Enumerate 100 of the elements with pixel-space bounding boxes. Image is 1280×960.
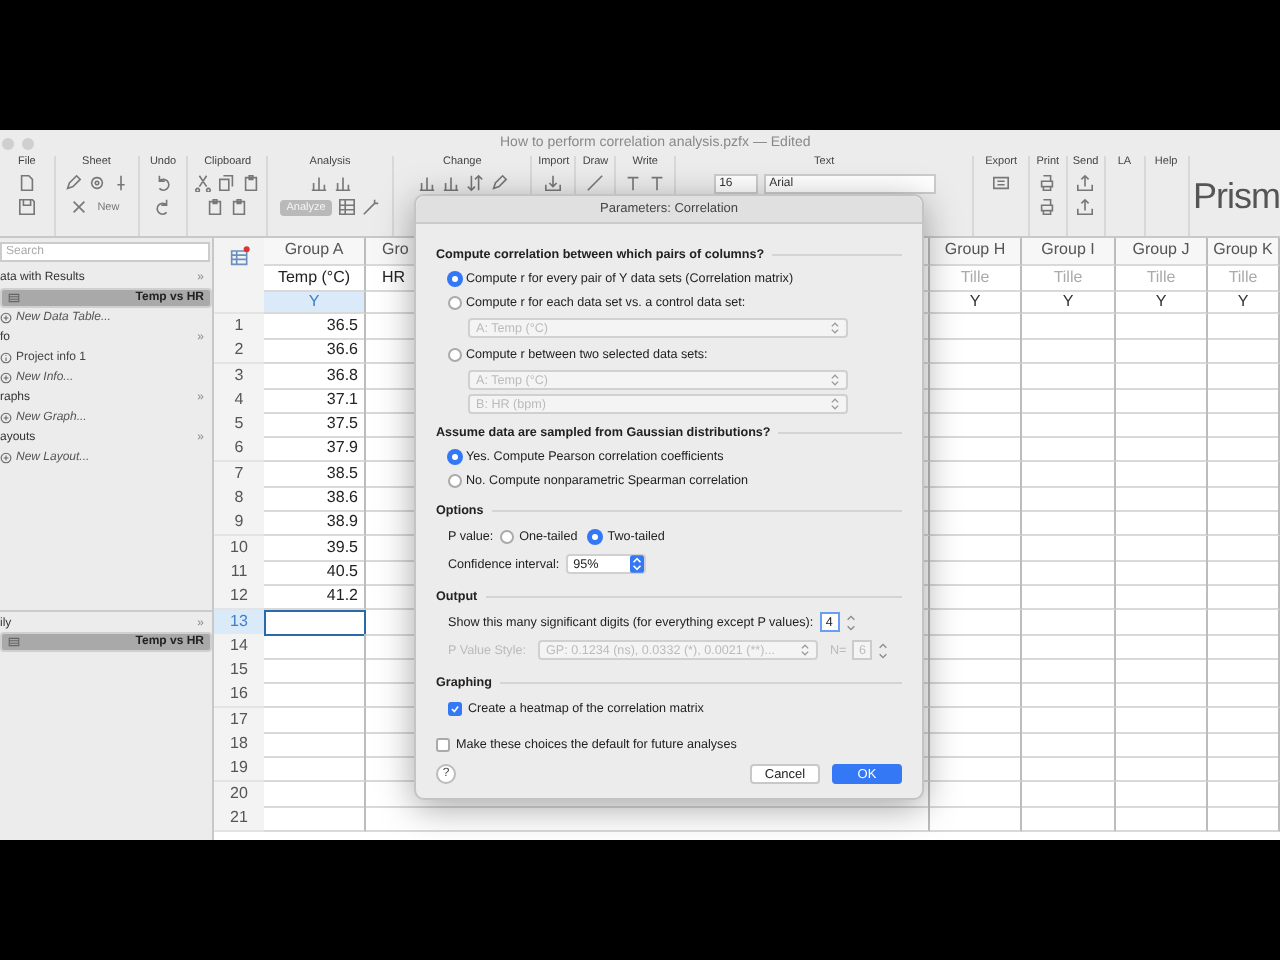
table-cell[interactable] (1116, 658, 1208, 685)
document-icon[interactable] (17, 174, 36, 192)
table-cell[interactable] (930, 436, 1022, 463)
table-cell[interactable] (1208, 707, 1280, 734)
table-cell[interactable] (1022, 412, 1116, 439)
table-cell[interactable] (1208, 756, 1280, 783)
table-cell[interactable] (1116, 363, 1208, 390)
text-icon[interactable] (648, 174, 667, 192)
table-cell[interactable] (1116, 461, 1208, 488)
column-group-header[interactable]: Group I (1022, 238, 1116, 266)
table-cell[interactable] (1208, 584, 1280, 611)
table-cell[interactable] (1022, 559, 1116, 586)
redo-icon[interactable] (154, 198, 173, 216)
table-cell[interactable] (930, 658, 1022, 685)
table-cell[interactable]: 38.6 (264, 486, 366, 513)
table-cell[interactable] (1116, 535, 1208, 562)
bar-chart-icon[interactable] (417, 174, 436, 192)
pencil-icon[interactable] (63, 174, 82, 192)
table-cell[interactable] (1022, 535, 1116, 562)
table-cell[interactable] (1022, 756, 1116, 783)
table-cell[interactable]: 36.6 (264, 338, 366, 365)
table-cell[interactable]: 36.8 (264, 363, 366, 390)
table-cell[interactable] (264, 805, 366, 832)
table-cell[interactable] (930, 609, 1022, 636)
table-cell[interactable] (1116, 559, 1208, 586)
scissors-icon[interactable] (194, 174, 213, 192)
table-cell[interactable] (930, 707, 1022, 734)
text-icon[interactable] (624, 174, 643, 192)
table-cell[interactable] (1022, 461, 1116, 488)
table-cell[interactable] (1116, 805, 1208, 832)
table-cell[interactable] (930, 584, 1022, 611)
table-cell[interactable] (1208, 805, 1280, 832)
subcolumn-cell[interactable]: Y (1116, 292, 1208, 314)
table-cell[interactable] (1208, 461, 1280, 488)
clipboard-icon[interactable] (242, 174, 261, 192)
clipboard-icon[interactable] (230, 198, 249, 216)
table-cell[interactable]: 40.5 (264, 559, 366, 586)
checkbox[interactable] (448, 701, 462, 715)
subcolumn-cell[interactable]: Y (264, 292, 366, 314)
table-cell[interactable] (1208, 387, 1280, 414)
table-cell[interactable] (930, 510, 1022, 537)
table-cell[interactable] (1022, 732, 1116, 759)
table-cell[interactable] (1022, 363, 1116, 390)
table-cell[interactable] (1208, 535, 1280, 562)
table-cell[interactable] (264, 682, 366, 709)
checkbox[interactable] (436, 737, 450, 751)
stepper-icon[interactable] (845, 611, 856, 633)
undo-icon[interactable] (154, 174, 173, 192)
table-cell[interactable] (1208, 412, 1280, 439)
table-cell[interactable] (1208, 682, 1280, 709)
table-cell[interactable] (930, 559, 1022, 586)
table-cell[interactable] (1116, 633, 1208, 660)
column-group-header[interactable]: Group J (1116, 238, 1208, 266)
table-cell[interactable] (1022, 707, 1116, 734)
table-cell[interactable] (930, 412, 1022, 439)
printer-icon[interactable] (1038, 198, 1057, 216)
table-cell[interactable] (264, 707, 366, 734)
subcolumn-cell[interactable]: Y (930, 292, 1022, 314)
column-group-header[interactable]: Group K (1208, 238, 1280, 266)
table-cell[interactable]: 41.2 (264, 584, 366, 611)
table-cell[interactable] (1022, 633, 1116, 660)
table-cell[interactable] (1116, 387, 1208, 414)
table-cell[interactable] (1208, 633, 1280, 660)
column-group-header[interactable]: Group A (264, 238, 366, 266)
table-cell[interactable]: 36.5 (264, 314, 366, 340)
table-cell[interactable] (264, 633, 366, 660)
table-cell[interactable] (414, 805, 930, 832)
table-cell[interactable] (930, 633, 1022, 660)
table-cell[interactable] (930, 338, 1022, 365)
table-cell[interactable] (1022, 658, 1116, 685)
table-cell[interactable] (1208, 781, 1280, 808)
table-cell[interactable]: 37.1 (264, 387, 366, 414)
table-cell[interactable] (1208, 609, 1280, 636)
wand-icon[interactable] (361, 198, 380, 216)
table-cell[interactable] (1208, 338, 1280, 365)
table-cell[interactable] (930, 682, 1022, 709)
radio-button[interactable] (448, 449, 462, 463)
table-cell[interactable] (1116, 314, 1208, 340)
table-cell[interactable] (930, 314, 1022, 340)
table-cell[interactable] (1022, 609, 1116, 636)
export-icon[interactable] (992, 174, 1011, 192)
table-cell[interactable] (930, 387, 1022, 414)
line-icon[interactable] (586, 174, 605, 192)
table-cell[interactable] (1208, 436, 1280, 463)
table-cell[interactable] (1116, 682, 1208, 709)
copy-icon[interactable] (218, 174, 237, 192)
table-cell[interactable] (1116, 707, 1208, 734)
pencil-icon[interactable] (489, 174, 508, 192)
table-cell[interactable]: 38.9 (264, 510, 366, 537)
table-cell[interactable]: 37.5 (264, 412, 366, 439)
table-cell[interactable] (930, 535, 1022, 562)
table-cell[interactable] (1116, 338, 1208, 365)
table-cell[interactable] (1022, 338, 1116, 365)
table-cell[interactable] (1116, 609, 1208, 636)
printer-icon[interactable] (1038, 174, 1057, 192)
table-cell[interactable] (930, 461, 1022, 488)
bar-chart-icon[interactable] (441, 174, 460, 192)
subcolumn-cell[interactable]: Y (1208, 292, 1280, 314)
sort-icon[interactable] (465, 174, 484, 192)
table-cell[interactable] (1022, 781, 1116, 808)
